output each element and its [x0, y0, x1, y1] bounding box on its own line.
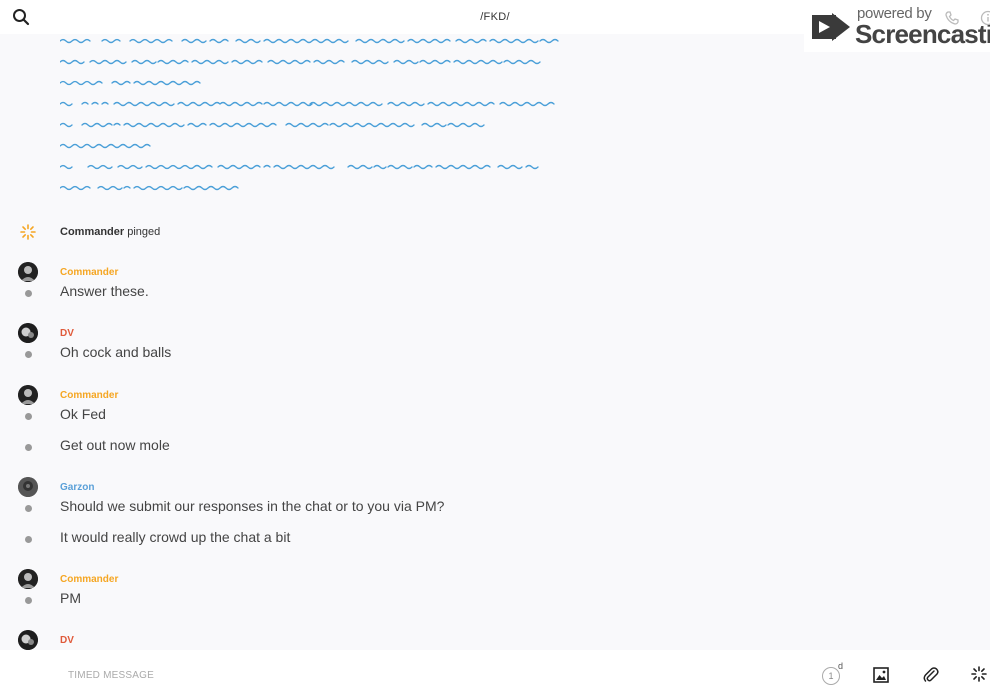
attachment-icon[interactable] [922, 666, 940, 684]
info-icon[interactable] [980, 10, 990, 26]
message-text: Get out now mole [60, 437, 170, 453]
scribble-lines [59, 38, 559, 191]
message-author[interactable]: DV [60, 635, 74, 646]
timed-message-input[interactable]: TIMED MESSAGE [68, 670, 154, 681]
message-dot [25, 536, 32, 543]
avatar[interactable] [18, 477, 38, 497]
watermark-brand-text: Screencastify [855, 19, 990, 49]
illegible-message-block [59, 34, 560, 209]
message-composer: TIMED MESSAGE 1 d [0, 650, 990, 700]
avatar[interactable] [18, 323, 38, 343]
message-line: It would really crowd up the chat a bit [0, 529, 990, 551]
message-line: Should we submit our responses in the ch… [0, 498, 990, 520]
message-dot [25, 505, 32, 512]
avatar[interactable] [18, 262, 38, 282]
message-line: Ok Fed [0, 406, 990, 428]
message-text: PM [60, 590, 81, 606]
screencastify-logo-icon [812, 13, 850, 41]
message-dot [25, 597, 32, 604]
message-text: Ok Fed [60, 406, 106, 422]
timer-unit: d [838, 661, 844, 671]
image-icon[interactable] [873, 667, 889, 683]
ping-action: pinged [127, 226, 161, 238]
message-text: Oh cock and balls [60, 344, 172, 360]
timer-icon[interactable]: 1 d [822, 661, 846, 688]
message-line: Oh cock and balls [0, 344, 990, 366]
phone-icon[interactable] [944, 10, 960, 26]
ping-burst-icon [20, 224, 36, 240]
message-dot [25, 444, 32, 451]
message-text: Answer these. [60, 283, 149, 299]
message-line: Get out now mole [0, 437, 990, 459]
message-dot [25, 290, 32, 297]
message-author[interactable]: Garzon [60, 482, 94, 493]
message-dot [25, 351, 32, 358]
avatar[interactable] [18, 630, 38, 650]
ping-notification: Commander pinged [0, 222, 990, 242]
avatar[interactable] [18, 385, 38, 405]
ping-author[interactable]: Commander [60, 226, 124, 238]
message-line: Answer these. [0, 283, 990, 305]
message-text: It would really crowd up the chat a bit [60, 529, 291, 545]
message-author[interactable]: DV [60, 328, 74, 339]
message-line: PM [0, 590, 990, 612]
message-text: Should we submit our responses in the ch… [60, 498, 445, 514]
message-author[interactable]: Commander [60, 267, 118, 278]
ping-button-icon[interactable] [971, 666, 987, 682]
message-dot [25, 413, 32, 420]
message-author[interactable]: Commander [60, 390, 118, 401]
message-author[interactable]: Commander [60, 574, 118, 585]
ping-text: Commander pinged [60, 226, 160, 238]
avatar[interactable] [18, 569, 38, 589]
screencastify-watermark: powered by Screencastify [804, 2, 990, 52]
